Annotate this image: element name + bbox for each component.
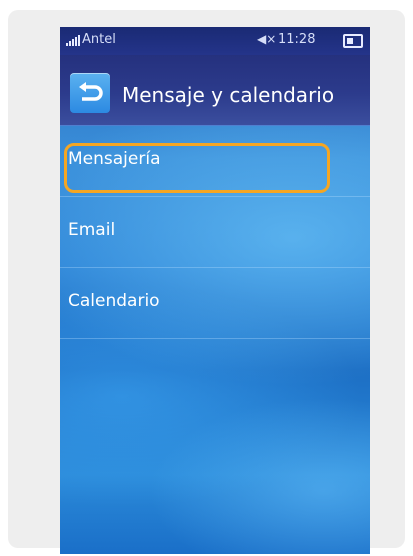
signal-icon [66,35,80,46]
menu-item-calendario[interactable]: Calendario [60,268,370,339]
page-title: Mensaje y calendario [122,83,335,107]
screen-header: Mensaje y calendario [60,55,370,126]
phone-screen: Antel ◀× 11:28 Mensaje y calendario Mens… [60,27,370,554]
menu-item-label: Calendario [68,291,160,311]
clock: 11:28 [278,32,316,47]
carrier-name: Antel [82,32,116,47]
menu-item-label: Email [68,220,116,240]
status-bar: Antel ◀× 11:28 [60,27,370,55]
back-button[interactable] [70,73,110,113]
battery-icon [343,34,363,48]
back-arrow-icon [79,82,103,101]
sound-icon: ◀× [257,32,277,46]
selection-highlight [64,143,330,193]
menu-item-email[interactable]: Email [60,197,370,268]
